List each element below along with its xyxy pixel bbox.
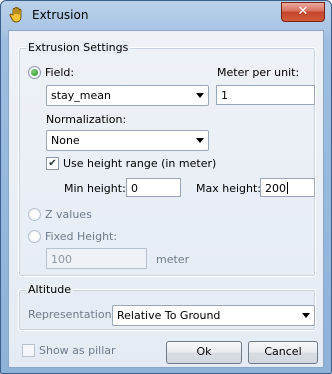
extrusion-settings-title: Extrusion Settings: [26, 41, 131, 54]
field-select-value: stay_mean: [51, 89, 111, 102]
normalization-label: Normalization:: [46, 113, 127, 126]
fixed-height-value: 100: [51, 253, 72, 266]
fixed-height-input[interactable]: 100: [46, 248, 147, 269]
fixed-height-label: Fixed Height:: [45, 230, 118, 243]
representation-label: Representation: [28, 308, 112, 321]
max-height-label: Max height:: [196, 182, 262, 195]
representation-select[interactable]: Relative To Ground: [112, 305, 315, 326]
max-height-input[interactable]: 200: [260, 178, 315, 197]
field-select[interactable]: stay_mean: [46, 85, 209, 106]
text-caret: [287, 182, 288, 194]
close-icon: ✕: [297, 4, 309, 19]
z-values-label: Z values: [45, 208, 92, 221]
title-bar[interactable]: Extrusion ✕: [1, 1, 331, 29]
use-height-range-checkbox[interactable]: ✔: [46, 157, 59, 170]
max-height-value: 200: [265, 182, 288, 195]
field-radio[interactable]: [28, 66, 41, 79]
cancel-button[interactable]: Cancel: [248, 341, 318, 364]
meter-per-unit-input[interactable]: 1: [216, 85, 315, 105]
field-label: Field:: [45, 66, 75, 79]
fixed-height-radio[interactable]: [28, 230, 41, 243]
extrusion-dialog: Extrusion ✕ Extrusion Settings Field: Me…: [0, 0, 332, 374]
fixed-height-unit: meter: [156, 253, 190, 266]
chevron-down-icon: [196, 138, 204, 143]
show-as-pillar-label: Show as pillar: [39, 344, 116, 357]
chevron-down-icon: [196, 93, 204, 98]
dialog-body: Extrusion Settings Field: Meter per unit…: [8, 30, 324, 368]
close-button[interactable]: ✕: [281, 2, 325, 22]
window-title: Extrusion: [32, 8, 89, 22]
use-height-range-label: Use height range (in meter): [63, 157, 217, 170]
normalization-select-value: None: [51, 134, 80, 147]
hand-pointer-icon: [9, 7, 22, 23]
meter-per-unit-value: 1: [221, 89, 228, 102]
representation-select-value: Relative To Ground: [117, 309, 221, 322]
z-values-radio[interactable]: [28, 208, 41, 221]
altitude-title: Altitude: [26, 283, 73, 296]
chevron-down-icon: [302, 313, 310, 318]
normalization-select[interactable]: None: [46, 130, 209, 151]
min-height-input[interactable]: 0: [126, 178, 181, 197]
max-height-text: 200: [265, 182, 286, 195]
min-height-value: 0: [131, 182, 138, 195]
show-as-pillar-checkbox[interactable]: [22, 344, 35, 357]
meter-per-unit-label: Meter per unit:: [217, 66, 300, 79]
ok-button[interactable]: Ok: [166, 341, 242, 364]
min-height-label: Min height:: [64, 182, 126, 195]
